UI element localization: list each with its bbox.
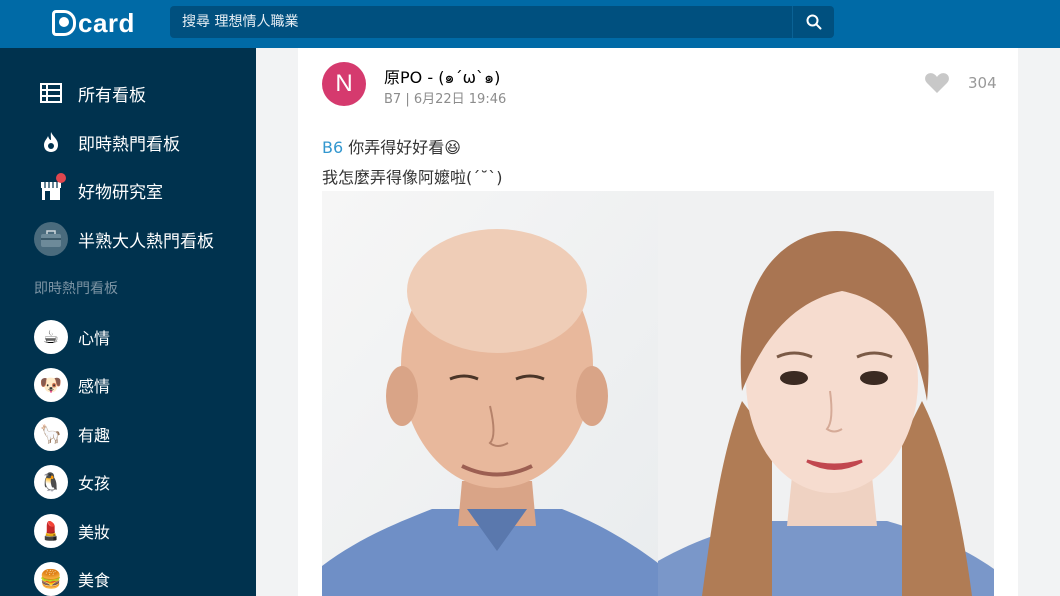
heart-icon [925,73,949,93]
floor-reference-link[interactable]: B6 [322,138,343,157]
search-icon [806,14,821,30]
board-item-food[interactable]: 🍔 美食 [34,561,110,596]
top-bar: card [0,0,1060,48]
dcard-logo[interactable]: card [52,6,135,40]
mood-board-icon: ☕ [34,320,68,354]
funny-board-icon: 🦙 [34,417,68,451]
notification-dot [56,173,66,183]
comment-text: 你弄得好好看😆 [343,138,461,157]
author-name: 原PO - (๑´ω`๑) [384,68,501,87]
search-input[interactable] [170,6,792,38]
logo-mark-icon [52,10,76,36]
like-button[interactable]: 304 [924,72,997,94]
board-label: 女孩 [78,474,111,493]
makeup-board-icon: 💄 [34,514,68,548]
relationship-board-icon: 🐶 [34,368,68,402]
flame-icon [34,125,68,159]
comment-card: N 原PO - (๑´ω`๑) B7 | 6月22日 19:46 304 B6 … [298,48,1018,596]
sidebar-item-all-boards[interactable]: 所有看板 [34,76,146,110]
board-label: 美食 [78,571,111,590]
like-count: 304 [968,74,997,92]
search-button[interactable] [792,6,834,38]
comment-line-1: B6 你弄得好好看😆 [322,134,461,158]
list-icon [34,76,68,110]
main-content: N 原PO - (๑´ω`๑) B7 | 6月22日 19:46 304 B6 … [256,48,1060,596]
board-item-girl[interactable]: 🐧 女孩 [34,464,110,500]
sidebar-item-label: 即時熱門看板 [78,134,180,155]
food-board-icon: 🍔 [34,562,68,596]
board-item-funny[interactable]: 🦙 有趣 [34,416,110,452]
board-label: 感情 [78,377,111,396]
board-label: 有趣 [78,426,111,445]
store-icon [34,173,68,207]
comment-meta: B7 | 6月22日 19:46 [384,92,507,107]
sidebar-item-goods-lab[interactable]: 好物研究室 [34,173,163,207]
comment-line-2: 我怎麼弄得像阿嬤啦(ˊ˘ˋ) [322,168,503,187]
board-label: 心情 [78,329,111,348]
sidebar: 所有看板 即時熱門看板 好物研究室 半熟大人熱門看板 即時熱門看板 ☕ 心情 🐶… [0,48,256,596]
sidebar-item-hot-boards[interactable]: 即時熱門看板 [34,125,180,159]
board-item-relationship[interactable]: 🐶 感情 [34,367,110,403]
sidebar-item-label: 好物研究室 [78,182,163,203]
sidebar-item-label: 所有看板 [78,85,146,106]
board-label: 美妝 [78,523,111,542]
board-item-mood[interactable]: ☕ 心情 [34,319,110,355]
comment-image[interactable] [322,191,994,596]
sidebar-item-label: 半熟大人熱門看板 [78,231,214,252]
author-avatar[interactable]: N [322,62,366,106]
board-item-makeup[interactable]: 💄 美妝 [34,513,110,549]
sidebar-item-adult-hot-boards[interactable]: 半熟大人熱門看板 [34,222,214,256]
girl-board-icon: 🐧 [34,465,68,499]
search-bar [170,6,834,38]
briefcase-icon [34,222,68,256]
section-title: 即時熱門看板 [34,281,118,297]
logo-text: card [78,7,135,38]
